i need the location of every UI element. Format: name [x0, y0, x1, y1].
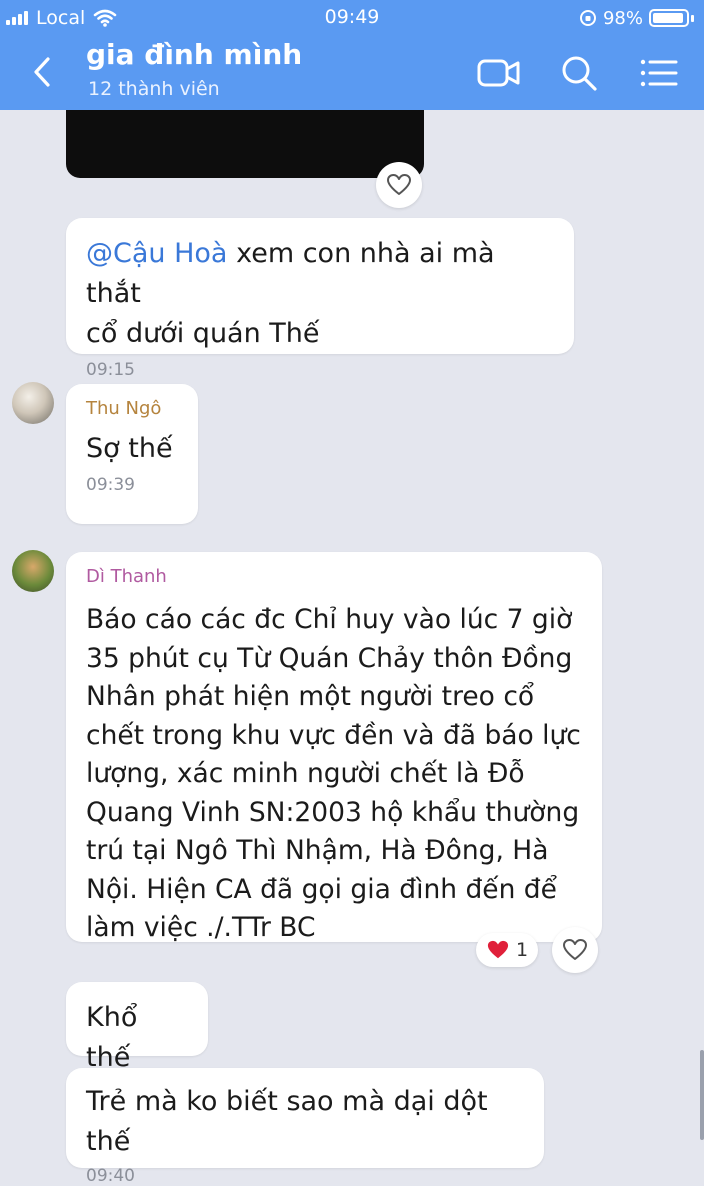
- battery-icon: [649, 9, 689, 27]
- heart-outline-icon: [387, 174, 411, 195]
- chat-header: Local 09:49 98% gia đình mình 12 thành v…: [0, 0, 704, 110]
- message-bubble[interactable]: Dì Thanh Báo cáo các đc Chỉ huy vào lúc …: [66, 552, 602, 943]
- video-call-button[interactable]: [474, 48, 524, 98]
- search-button[interactable]: [554, 48, 604, 98]
- chat-title[interactable]: gia đình mình: [86, 38, 302, 71]
- message-text: Trẻ mà ko biết sao mà dại dột thế: [86, 1086, 488, 1157]
- react-button[interactable]: [552, 927, 598, 973]
- menu-icon: [640, 59, 678, 87]
- scrollbar[interactable]: [700, 1050, 704, 1140]
- back-icon: [34, 57, 50, 87]
- member-count[interactable]: 12 thành viên: [88, 78, 220, 100]
- message-bubble[interactable]: @Cậu Hoà xem con nhà ai mà thắt cổ dưới …: [66, 218, 574, 380]
- sender-name[interactable]: Thu Ngô: [86, 398, 178, 419]
- video-call-icon: [477, 59, 520, 87]
- message-bubble[interactable]: Thu Ngô Sợ thế 09:39: [66, 384, 198, 524]
- search-icon: [562, 56, 597, 91]
- media-message[interactable]: [66, 110, 424, 178]
- message-text: Khổ thế: [86, 1002, 138, 1073]
- message-text: @Cậu Hoà xem con nhà ai mà thắt cổ dưới …: [86, 238, 495, 349]
- reaction-summary[interactable]: 1: [476, 933, 539, 967]
- battery-percent: 98%: [602, 7, 643, 29]
- message-text: Báo cáo các đc Chỉ huy vào lúc 7 giờ 35 …: [86, 604, 581, 943]
- message-text: Sợ thế: [86, 433, 173, 464]
- message-bubble[interactable]: Trẻ mà ko biết sao mà dại dột thế 09:40: [66, 1068, 544, 1186]
- mention-link[interactable]: @Cậu Hoà: [86, 238, 227, 269]
- sender-name[interactable]: Dì Thanh: [86, 566, 582, 587]
- message-time: 09:39: [86, 475, 135, 495]
- back-button[interactable]: [20, 50, 64, 94]
- message-bubble[interactable]: Khổ thế: [66, 982, 208, 1073]
- avatar[interactable]: [12, 382, 54, 424]
- heart-outline-icon: [563, 939, 587, 960]
- reaction-count: 1: [516, 939, 529, 961]
- status-right: 98%: [579, 6, 694, 30]
- message-time: 09:15: [86, 360, 135, 380]
- heart-filled-icon: [487, 940, 509, 959]
- avatar[interactable]: [12, 550, 54, 592]
- react-button[interactable]: [376, 162, 422, 208]
- menu-button[interactable]: [634, 48, 684, 98]
- message-time: 09:40: [86, 1166, 135, 1186]
- orientation-lock-icon: [579, 10, 596, 26]
